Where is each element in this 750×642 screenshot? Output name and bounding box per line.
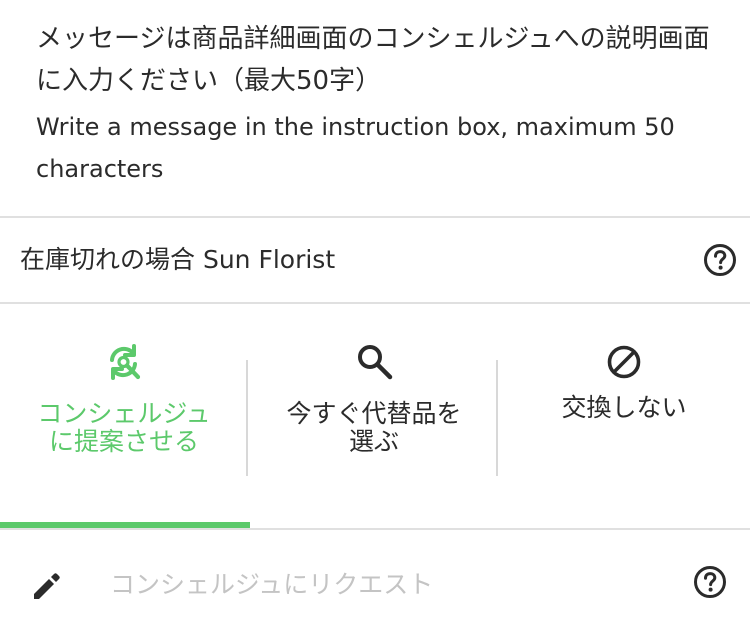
search-icon [358, 345, 393, 380]
divider-bottom [0, 528, 750, 530]
request-row [0, 532, 750, 642]
help-icon[interactable] [703, 243, 737, 277]
option-label-line1: 今すぐ代替品を [286, 399, 462, 428]
option-label-line2: に提案させる [48, 427, 199, 456]
option-concierge-suggest[interactable]: コンシェルジュ に提案させる [0, 306, 248, 526]
instructions-block: メッセージは商品詳細画面のコンシェルジュへの説明画面に入力ください（最大50字）… [36, 18, 726, 190]
option-choose-substitute[interactable]: 今すぐ代替品を 選ぶ [250, 306, 498, 526]
instructions-en: Write a message in the instruction box, … [36, 113, 675, 183]
out-of-stock-row: 在庫切れの場合 Sun Florist [0, 220, 750, 302]
help-icon[interactable] [693, 565, 727, 599]
pencil-icon [34, 573, 60, 599]
no-entry-icon [607, 345, 641, 379]
divider-top [0, 216, 750, 218]
concierge-request-input[interactable] [110, 562, 670, 606]
instructions-ja: メッセージは商品詳細画面のコンシェルジュへの説明画面に入力ください（最大50字） [36, 24, 710, 96]
substitution-options: コンシェルジュ に提案させる 今すぐ代替品を 選ぶ 交換しない [0, 306, 750, 526]
option-label-line1: 交換しない [561, 393, 687, 422]
option-label-line1: コンシェルジュ [37, 399, 211, 428]
option-label-line2: 選ぶ [348, 427, 399, 456]
option-separator [246, 360, 248, 476]
refresh-search-icon [110, 344, 141, 380]
divider-mid [0, 302, 750, 304]
out-of-stock-label: 在庫切れの場合 Sun Florist [20, 245, 336, 274]
option-separator [496, 360, 498, 476]
option-no-exchange[interactable]: 交換しない [500, 306, 748, 526]
